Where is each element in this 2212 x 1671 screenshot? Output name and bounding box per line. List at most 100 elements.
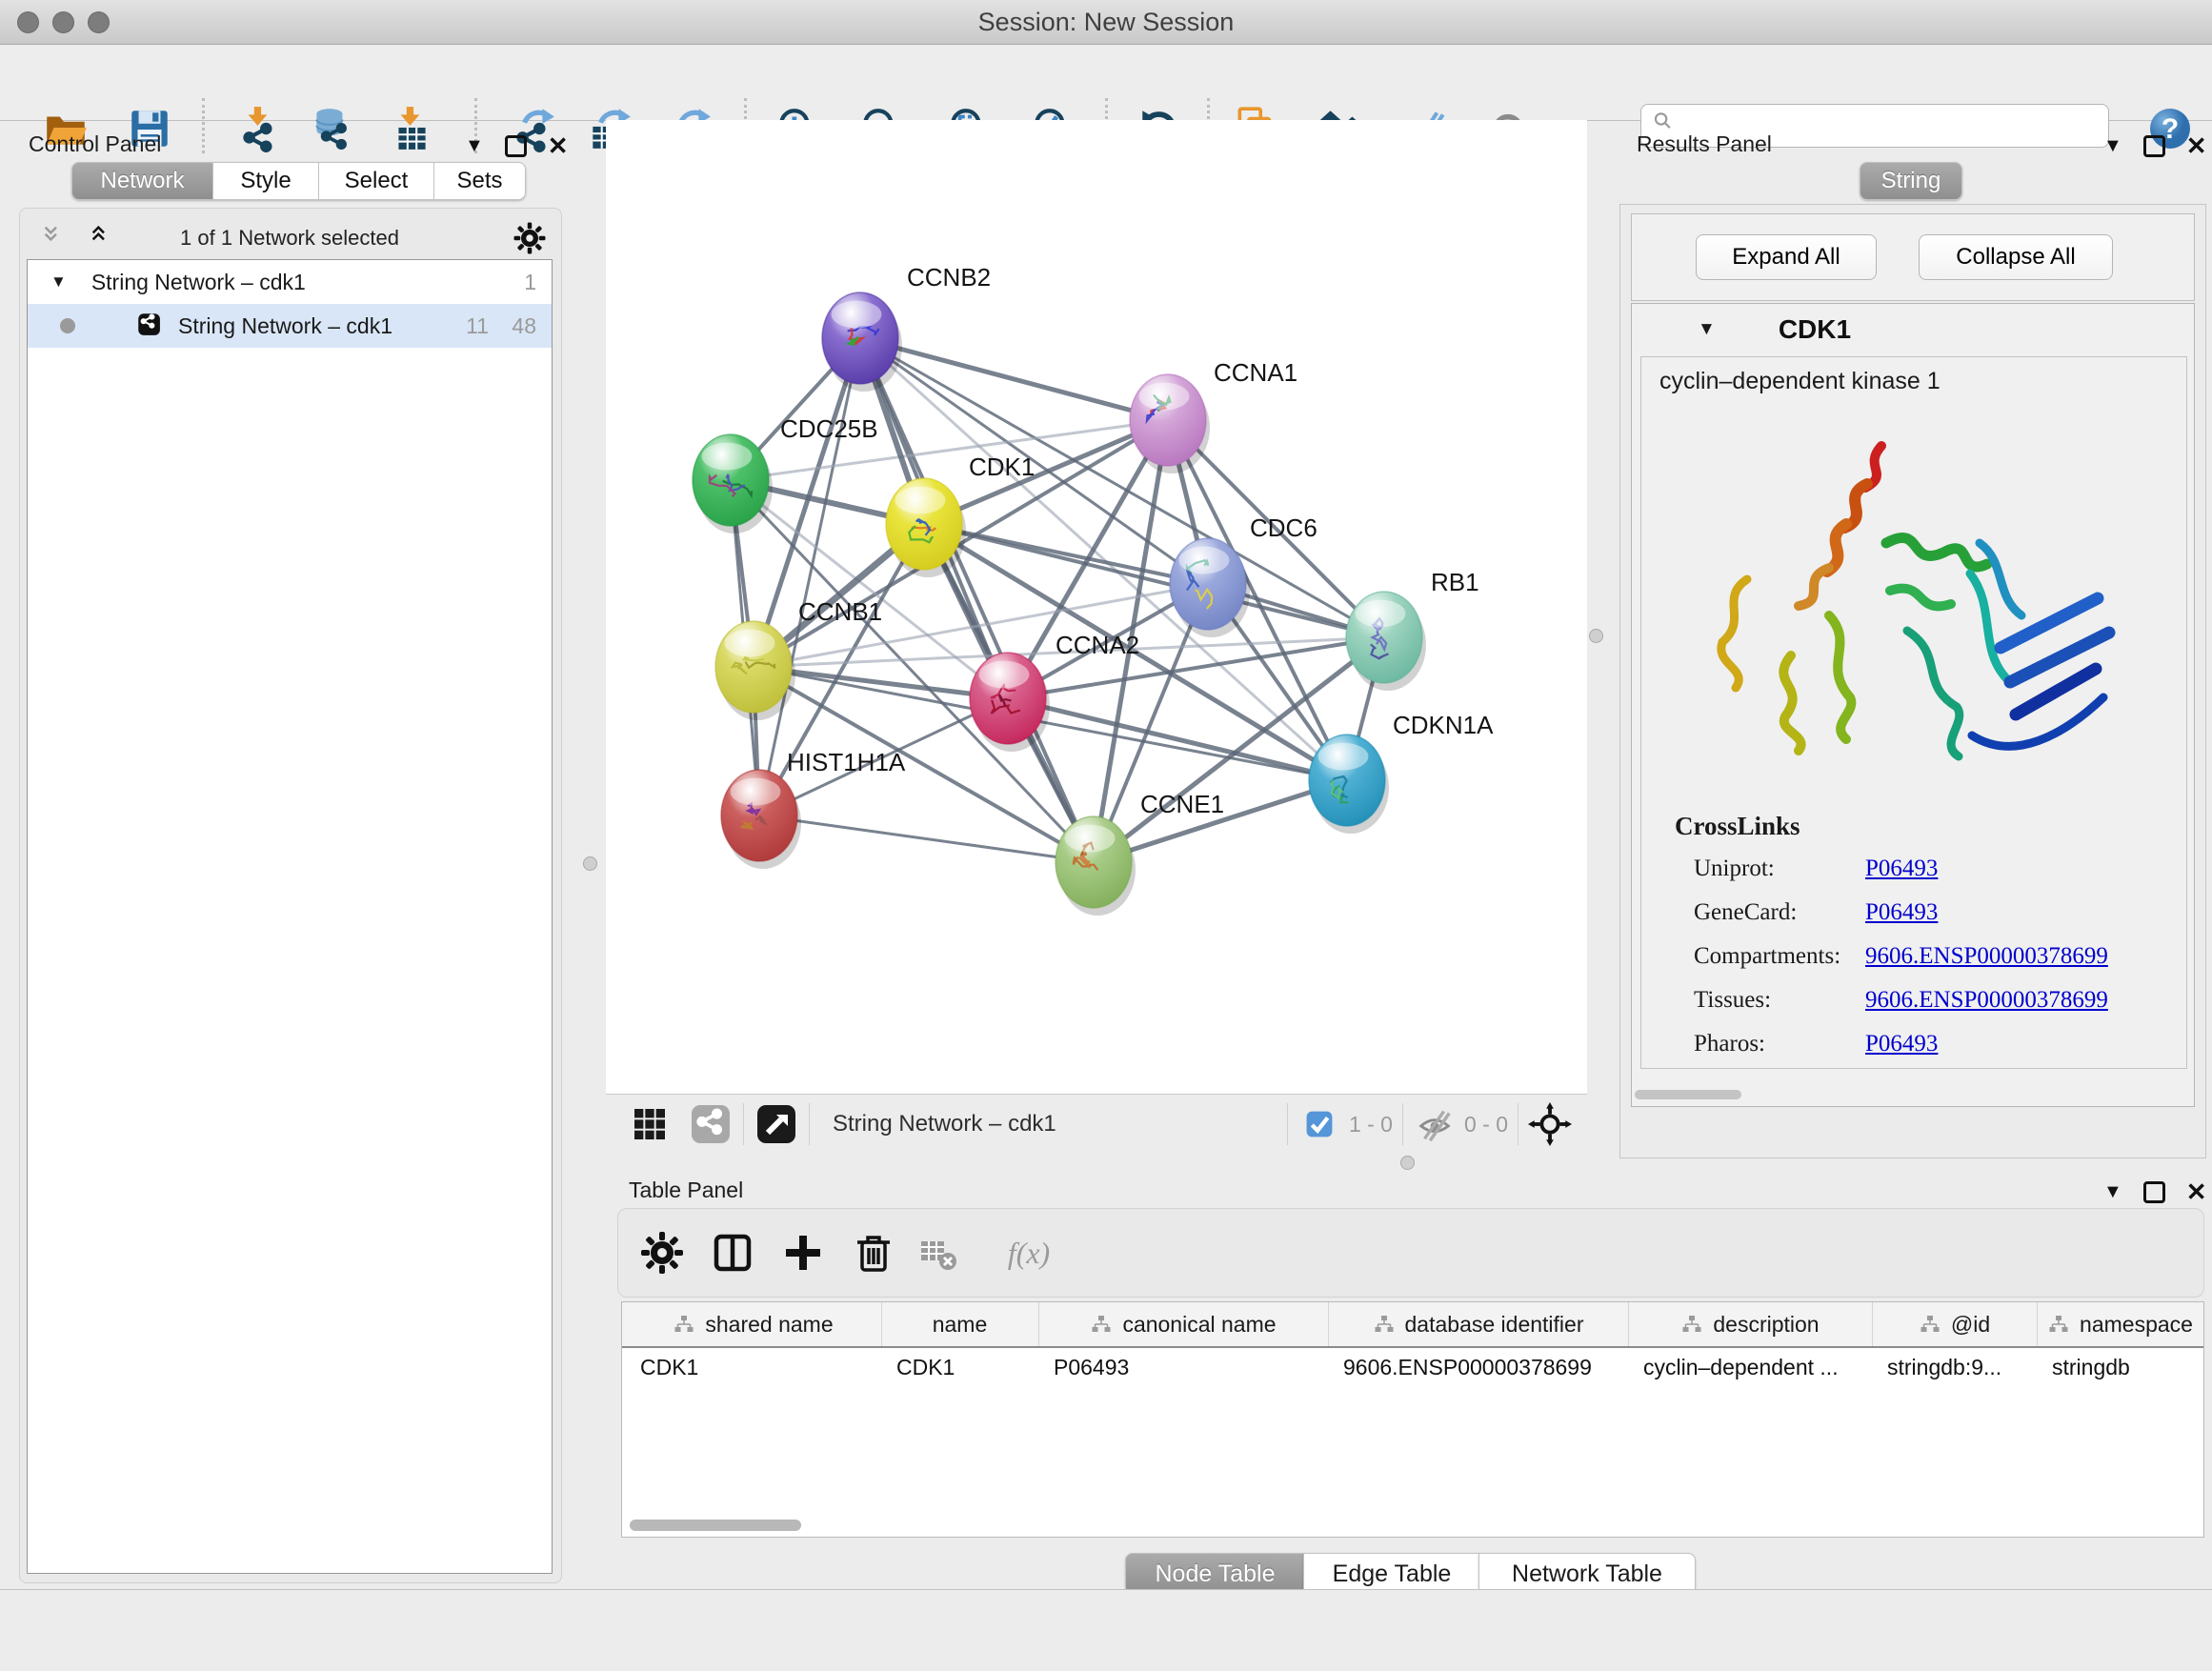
delete-table-icon <box>913 1227 964 1278</box>
gene-header-row[interactable]: ▼ CDK1 <box>1631 307 2193 352</box>
control-panel-tabs: NetworkStyleSelectSets <box>71 162 526 200</box>
table-cell[interactable]: CDK1 <box>625 1348 881 1386</box>
crosslink-row: Tissues:9606.ENSP00000378699 <box>1694 987 2170 1014</box>
tab-string[interactable]: String <box>1860 162 1962 200</box>
results-panel-title: Results Panel <box>1637 131 1772 157</box>
column-header-label: canonical name <box>1122 1312 1276 1338</box>
column-header-id[interactable]: @id <box>1872 1302 2038 1346</box>
tree-icon <box>1680 1313 1703 1336</box>
panel-float-icon[interactable] <box>2143 1181 2165 1203</box>
crosslink-row: Pharos:P06493 <box>1694 1031 2170 1057</box>
tab-network[interactable]: Network <box>71 162 213 200</box>
table-cell[interactable]: cyclin–dependent ... <box>1628 1348 1872 1386</box>
birdseye-view-icon[interactable] <box>754 1101 799 1147</box>
grid-mode-icon[interactable] <box>627 1101 673 1147</box>
string-network-icon <box>134 310 167 342</box>
node-table[interactable]: shared name name canonical name database id… <box>621 1301 2204 1538</box>
network-edge[interactable] <box>759 815 1094 862</box>
panel-close-icon[interactable]: ✕ <box>2186 1184 2207 1200</box>
table-cell[interactable]: P06493 <box>1038 1348 1328 1386</box>
column-header-databaseidentifier[interactable]: database identifier <box>1328 1302 1629 1346</box>
gene-collapse-icon[interactable]: ▼ <box>1698 319 1716 340</box>
control-panel-controls: ▼ ✕ <box>465 135 569 157</box>
network-node-CCNE1[interactable]: CCNE1 <box>1056 790 1224 916</box>
panel-menu-icon[interactable]: ▼ <box>465 135 484 157</box>
column-header-label: shared name <box>705 1312 833 1338</box>
network-label: String Network – cdk1 <box>178 313 392 339</box>
crosslink-value-link[interactable]: P06493 <box>1865 899 1938 926</box>
results-hscrollbar[interactable] <box>1635 1090 1741 1099</box>
panel-menu-icon[interactable]: ▼ <box>2103 1181 2122 1203</box>
node-label-CDC6: CDC6 <box>1250 513 1317 542</box>
crosslink-value-link[interactable]: 9606.ENSP00000378699 <box>1865 943 2108 970</box>
collection-label: String Network – cdk1 <box>91 270 306 295</box>
right-splitter-handle[interactable] <box>1589 629 1603 643</box>
network-edge[interactable] <box>759 338 860 815</box>
crosslink-row: GeneCard:P06493 <box>1694 899 2170 926</box>
import-table-button[interactable] <box>383 100 440 157</box>
network-row[interactable]: String Network – cdk1 11 48 <box>28 304 552 348</box>
table-cell[interactable]: CDK1 <box>881 1348 1038 1386</box>
delete-column-icon[interactable] <box>848 1227 899 1278</box>
network-node-CDKN1A[interactable]: CDKN1A <box>1309 711 1494 834</box>
crosslink-row: Compartments:9606.ENSP00000378699 <box>1694 943 2170 970</box>
window-title: Session: New Session <box>0 8 2212 37</box>
column-header-sharedname[interactable]: shared name <box>625 1302 882 1346</box>
panel-menu-icon[interactable]: ▼ <box>2103 135 2122 157</box>
network-selector-header: 1 of 1 Network selected <box>27 219 553 257</box>
collection-expand-icon[interactable]: ▼ <box>50 272 67 292</box>
crosshair-icon[interactable] <box>1528 1102 1572 1146</box>
gene-name: CDK1 <box>1779 314 1851 345</box>
column-header-canonicalname[interactable]: canonical name <box>1038 1302 1329 1346</box>
network-canvas[interactable]: CCNB2 CCNA1 CDC25B CDK1 CDC6 RB1 CCNB1 <box>606 120 1587 1094</box>
node-label-CCNA1: CCNA1 <box>1214 358 1297 387</box>
panel-float-icon[interactable] <box>505 135 527 157</box>
status-bar: Memory <box>0 1589 2212 1671</box>
hidden-counts: 0 - 0 <box>1464 1112 1508 1137</box>
node-label-CDC25B: CDC25B <box>780 414 878 443</box>
tab-select[interactable]: Select <box>319 162 434 200</box>
crosslink-value-link[interactable]: P06493 <box>1865 856 1938 882</box>
add-column-icon[interactable] <box>777 1227 829 1278</box>
import-database-button[interactable] <box>303 100 360 157</box>
collection-row[interactable]: ▼ String Network – cdk1 1 <box>28 260 552 304</box>
table-settings-gear-icon[interactable] <box>636 1227 688 1278</box>
import-network-button[interactable] <box>231 100 288 157</box>
panel-close-icon[interactable]: ✕ <box>2186 138 2207 154</box>
node-label-CDKN1A: CDKN1A <box>1393 711 1494 739</box>
network-graph[interactable]: CCNB2 CCNA1 CDC25B CDK1 CDC6 RB1 CCNB1 <box>606 120 1587 1094</box>
network-edge-count: 48 <box>512 313 536 339</box>
toolbar-separator <box>202 98 205 153</box>
network-edge[interactable] <box>860 338 1094 862</box>
column-header-namespace[interactable]: namespace <box>2037 1302 2204 1346</box>
network-current-dot-icon <box>60 318 75 333</box>
table-cell[interactable]: stringdb <box>2037 1348 2203 1386</box>
panel-float-icon[interactable] <box>2143 135 2165 157</box>
selected-checkbox-icon[interactable] <box>1297 1102 1341 1146</box>
panel-close-icon[interactable]: ✕ <box>548 138 569 154</box>
tab-sets[interactable]: Sets <box>434 162 526 200</box>
node-label-RB1: RB1 <box>1431 568 1479 596</box>
column-header-description[interactable]: description <box>1628 1302 1873 1346</box>
collapse-all-button[interactable]: Collapse All <box>1919 234 2113 280</box>
expand-all-button[interactable]: Expand All <box>1696 234 1877 280</box>
network-node-CDC6[interactable]: CDC6 <box>1170 513 1317 637</box>
network-node-HIST1H1A[interactable]: HIST1H1A <box>721 748 906 869</box>
show-columns-icon[interactable] <box>707 1227 758 1278</box>
network-selected-status: 1 of 1 Network selected <box>27 226 553 251</box>
table-cell[interactable]: stringdb:9... <box>1872 1348 2037 1386</box>
network-node-CCNA1[interactable]: CCNA1 <box>1130 358 1297 473</box>
crosslink-value-link[interactable]: 9606.ENSP00000378699 <box>1865 987 2108 1014</box>
column-header-name[interactable]: name <box>881 1302 1039 1346</box>
share-mode-icon[interactable] <box>688 1101 734 1147</box>
network-options-gear-icon[interactable] <box>513 221 547 255</box>
bottom-splitter-handle[interactable] <box>1400 1156 1415 1170</box>
table-header-row: shared name name canonical name database id… <box>622 1302 2203 1348</box>
crosslink-value-link[interactable]: P06493 <box>1865 1031 1938 1057</box>
collection-count: 1 <box>524 270 536 295</box>
left-splitter-handle[interactable] <box>583 856 597 871</box>
tab-style[interactable]: Style <box>213 162 319 200</box>
table-cell[interactable]: 9606.ENSP00000378699 <box>1328 1348 1628 1386</box>
table-hscrollbar[interactable] <box>630 1520 801 1531</box>
network-node-RB1[interactable]: RB1 <box>1346 568 1479 691</box>
